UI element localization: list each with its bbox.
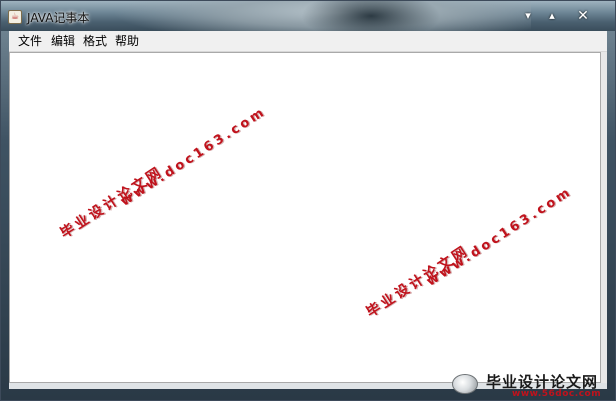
minimize-button[interactable]: ▾ <box>517 7 539 25</box>
close-button[interactable]: ✕ <box>572 7 594 25</box>
title-bar-shadow <box>301 1 441 31</box>
java-cup-icon[interactable]: ☕ <box>8 10 22 24</box>
title-bar[interactable]: ☕ JAVA记事本 ▾ ▴ ✕ <box>1 1 615 31</box>
site-logo: 毕业设计论文网 www.56doc.com <box>440 368 616 401</box>
notepad-window: ☕ JAVA记事本 ▾ ▴ ✕ 文件 编辑 格式 帮助 <box>0 0 616 401</box>
menu-help[interactable]: 帮助 <box>112 31 142 51</box>
maximize-button[interactable]: ▴ <box>541 7 563 25</box>
menu-file[interactable]: 文件 <box>15 31 45 51</box>
site-logo-url: www.56doc.com <box>512 389 602 399</box>
window-title: JAVA记事本 <box>27 11 90 25</box>
menu-format[interactable]: 格式 <box>80 31 110 51</box>
menu-bar: 文件 编辑 格式 帮助 <box>9 31 607 52</box>
globe-icon <box>452 374 478 394</box>
vertical-scrollbar-track[interactable] <box>601 52 607 383</box>
menu-edit[interactable]: 编辑 <box>48 31 78 51</box>
